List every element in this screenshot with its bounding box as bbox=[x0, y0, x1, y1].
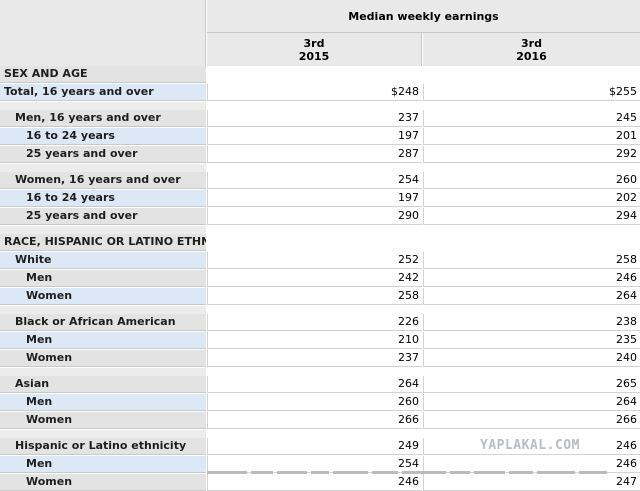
column-header-2015: 3rd 2015 bbox=[207, 33, 422, 66]
table-row: 25 years and over 290 294 bbox=[0, 208, 640, 225]
value-2015: 237 bbox=[207, 350, 422, 367]
value-2016: 238 bbox=[423, 314, 640, 331]
column-quarter: 3rd bbox=[521, 36, 542, 50]
row-label: Women bbox=[0, 412, 206, 429]
value-2016: 264 bbox=[423, 394, 640, 411]
value-2015: 242 bbox=[207, 270, 422, 287]
value-2015: 254 bbox=[207, 172, 422, 189]
table-row: Black or African American 226 238 bbox=[0, 314, 640, 331]
row-label: Women bbox=[0, 288, 206, 305]
table-row: White 252 258 bbox=[0, 252, 640, 269]
row-label: Hispanic or Latino ethnicity bbox=[0, 438, 206, 455]
watermark: YAPLAKAL.COM bbox=[478, 437, 582, 454]
value-2016: 202 bbox=[423, 190, 640, 207]
row-label: 16 to 24 years bbox=[0, 128, 206, 145]
value-2016: 260 bbox=[423, 172, 640, 189]
table-row: 16 to 24 years 197 202 bbox=[0, 190, 640, 207]
row-spacer bbox=[0, 164, 640, 172]
value-2016: 294 bbox=[423, 208, 640, 225]
section-header-row: SEX AND AGE bbox=[0, 66, 640, 83]
table-row: Women 237 240 bbox=[0, 350, 640, 367]
row-label: RACE, HISPANIC OR LATINO ETHNIC bbox=[0, 234, 206, 251]
value-2015: 258 bbox=[207, 288, 422, 305]
value-2015: 260 bbox=[207, 394, 422, 411]
table-row: Total, 16 years and over $248 $255 bbox=[0, 84, 640, 101]
value-2015: $248 bbox=[207, 84, 422, 101]
value-2015: 249 bbox=[207, 438, 422, 455]
row-spacer bbox=[0, 226, 640, 234]
value-2015: 197 bbox=[207, 128, 422, 145]
row-label: Women, 16 years and over bbox=[0, 172, 206, 189]
column-header-2016: 3rd 2016 bbox=[423, 33, 640, 66]
value-2015: 197 bbox=[207, 190, 422, 207]
row-label: 25 years and over bbox=[0, 208, 206, 225]
row-label: 16 to 24 years bbox=[0, 190, 206, 207]
value-2016: 201 bbox=[423, 128, 640, 145]
value-2015: 290 bbox=[207, 208, 422, 225]
value-2016: 266 bbox=[423, 412, 640, 429]
header-corner bbox=[0, 0, 206, 66]
row-label: Men bbox=[0, 332, 206, 349]
value-2016: 264 bbox=[423, 288, 640, 305]
value-2015: 237 bbox=[207, 110, 422, 127]
row-label: White bbox=[0, 252, 206, 269]
table-row: 16 to 24 years 197 201 bbox=[0, 128, 640, 145]
value-2015: 266 bbox=[207, 412, 422, 429]
value-2015: 287 bbox=[207, 146, 422, 163]
value-2016: 258 bbox=[423, 252, 640, 269]
row-label: 25 years and over bbox=[0, 146, 206, 163]
table-row: Men, 16 years and over 237 245 bbox=[0, 110, 640, 127]
row-label: Women bbox=[0, 474, 206, 491]
value-2016: 235 bbox=[423, 332, 640, 349]
row-spacer bbox=[0, 102, 640, 110]
table-row: Asian 264 265 bbox=[0, 376, 640, 393]
value-2015: 264 bbox=[207, 376, 422, 393]
table-row: Women 258 264 bbox=[0, 288, 640, 305]
row-label: Men bbox=[0, 270, 206, 287]
value-2015: 252 bbox=[207, 252, 422, 269]
row-label: Black or African American bbox=[0, 314, 206, 331]
row-label: Women bbox=[0, 350, 206, 367]
value-2015: 226 bbox=[207, 314, 422, 331]
table-row: Women, 16 years and over 254 260 bbox=[0, 172, 640, 189]
table-row: Women 246 247 bbox=[0, 474, 640, 491]
table-row: Men 210 235 bbox=[0, 332, 640, 349]
table-row: 25 years and over 287 292 bbox=[0, 146, 640, 163]
value-2015: 246 bbox=[207, 474, 422, 491]
value-2016: 240 bbox=[423, 350, 640, 367]
value-2016: $255 bbox=[423, 84, 640, 101]
row-label: SEX AND AGE bbox=[0, 66, 206, 83]
table-header: Median weekly earnings 3rd 2015 3rd 2016 bbox=[0, 0, 640, 66]
table-row: Men 260 264 bbox=[0, 394, 640, 411]
row-label: Total, 16 years and over bbox=[0, 84, 206, 101]
row-label: Men bbox=[0, 394, 206, 411]
value-2016: 245 bbox=[423, 110, 640, 127]
column-year: 2015 bbox=[298, 49, 330, 63]
value-2016: 292 bbox=[423, 146, 640, 163]
value-2016: 265 bbox=[423, 376, 640, 393]
row-label: Asian bbox=[0, 376, 206, 393]
section-header-row: RACE, HISPANIC OR LATINO ETHNIC bbox=[0, 234, 640, 251]
column-quarter: 3rd bbox=[303, 36, 325, 50]
row-label: Men, 16 years and over bbox=[0, 110, 206, 127]
row-spacer bbox=[0, 368, 640, 376]
header-title: Median weekly earnings bbox=[207, 0, 640, 33]
value-2016: 246 bbox=[423, 270, 640, 287]
cut-off-footnote bbox=[207, 471, 640, 475]
value-2016: 247 bbox=[423, 474, 640, 491]
table-row: Women 266 266 bbox=[0, 412, 640, 429]
column-year: 2016 bbox=[516, 49, 547, 63]
row-spacer bbox=[0, 306, 640, 314]
row-label: Men bbox=[0, 456, 206, 473]
value-2015: 210 bbox=[207, 332, 422, 349]
table-row: Men 242 246 bbox=[0, 270, 640, 287]
